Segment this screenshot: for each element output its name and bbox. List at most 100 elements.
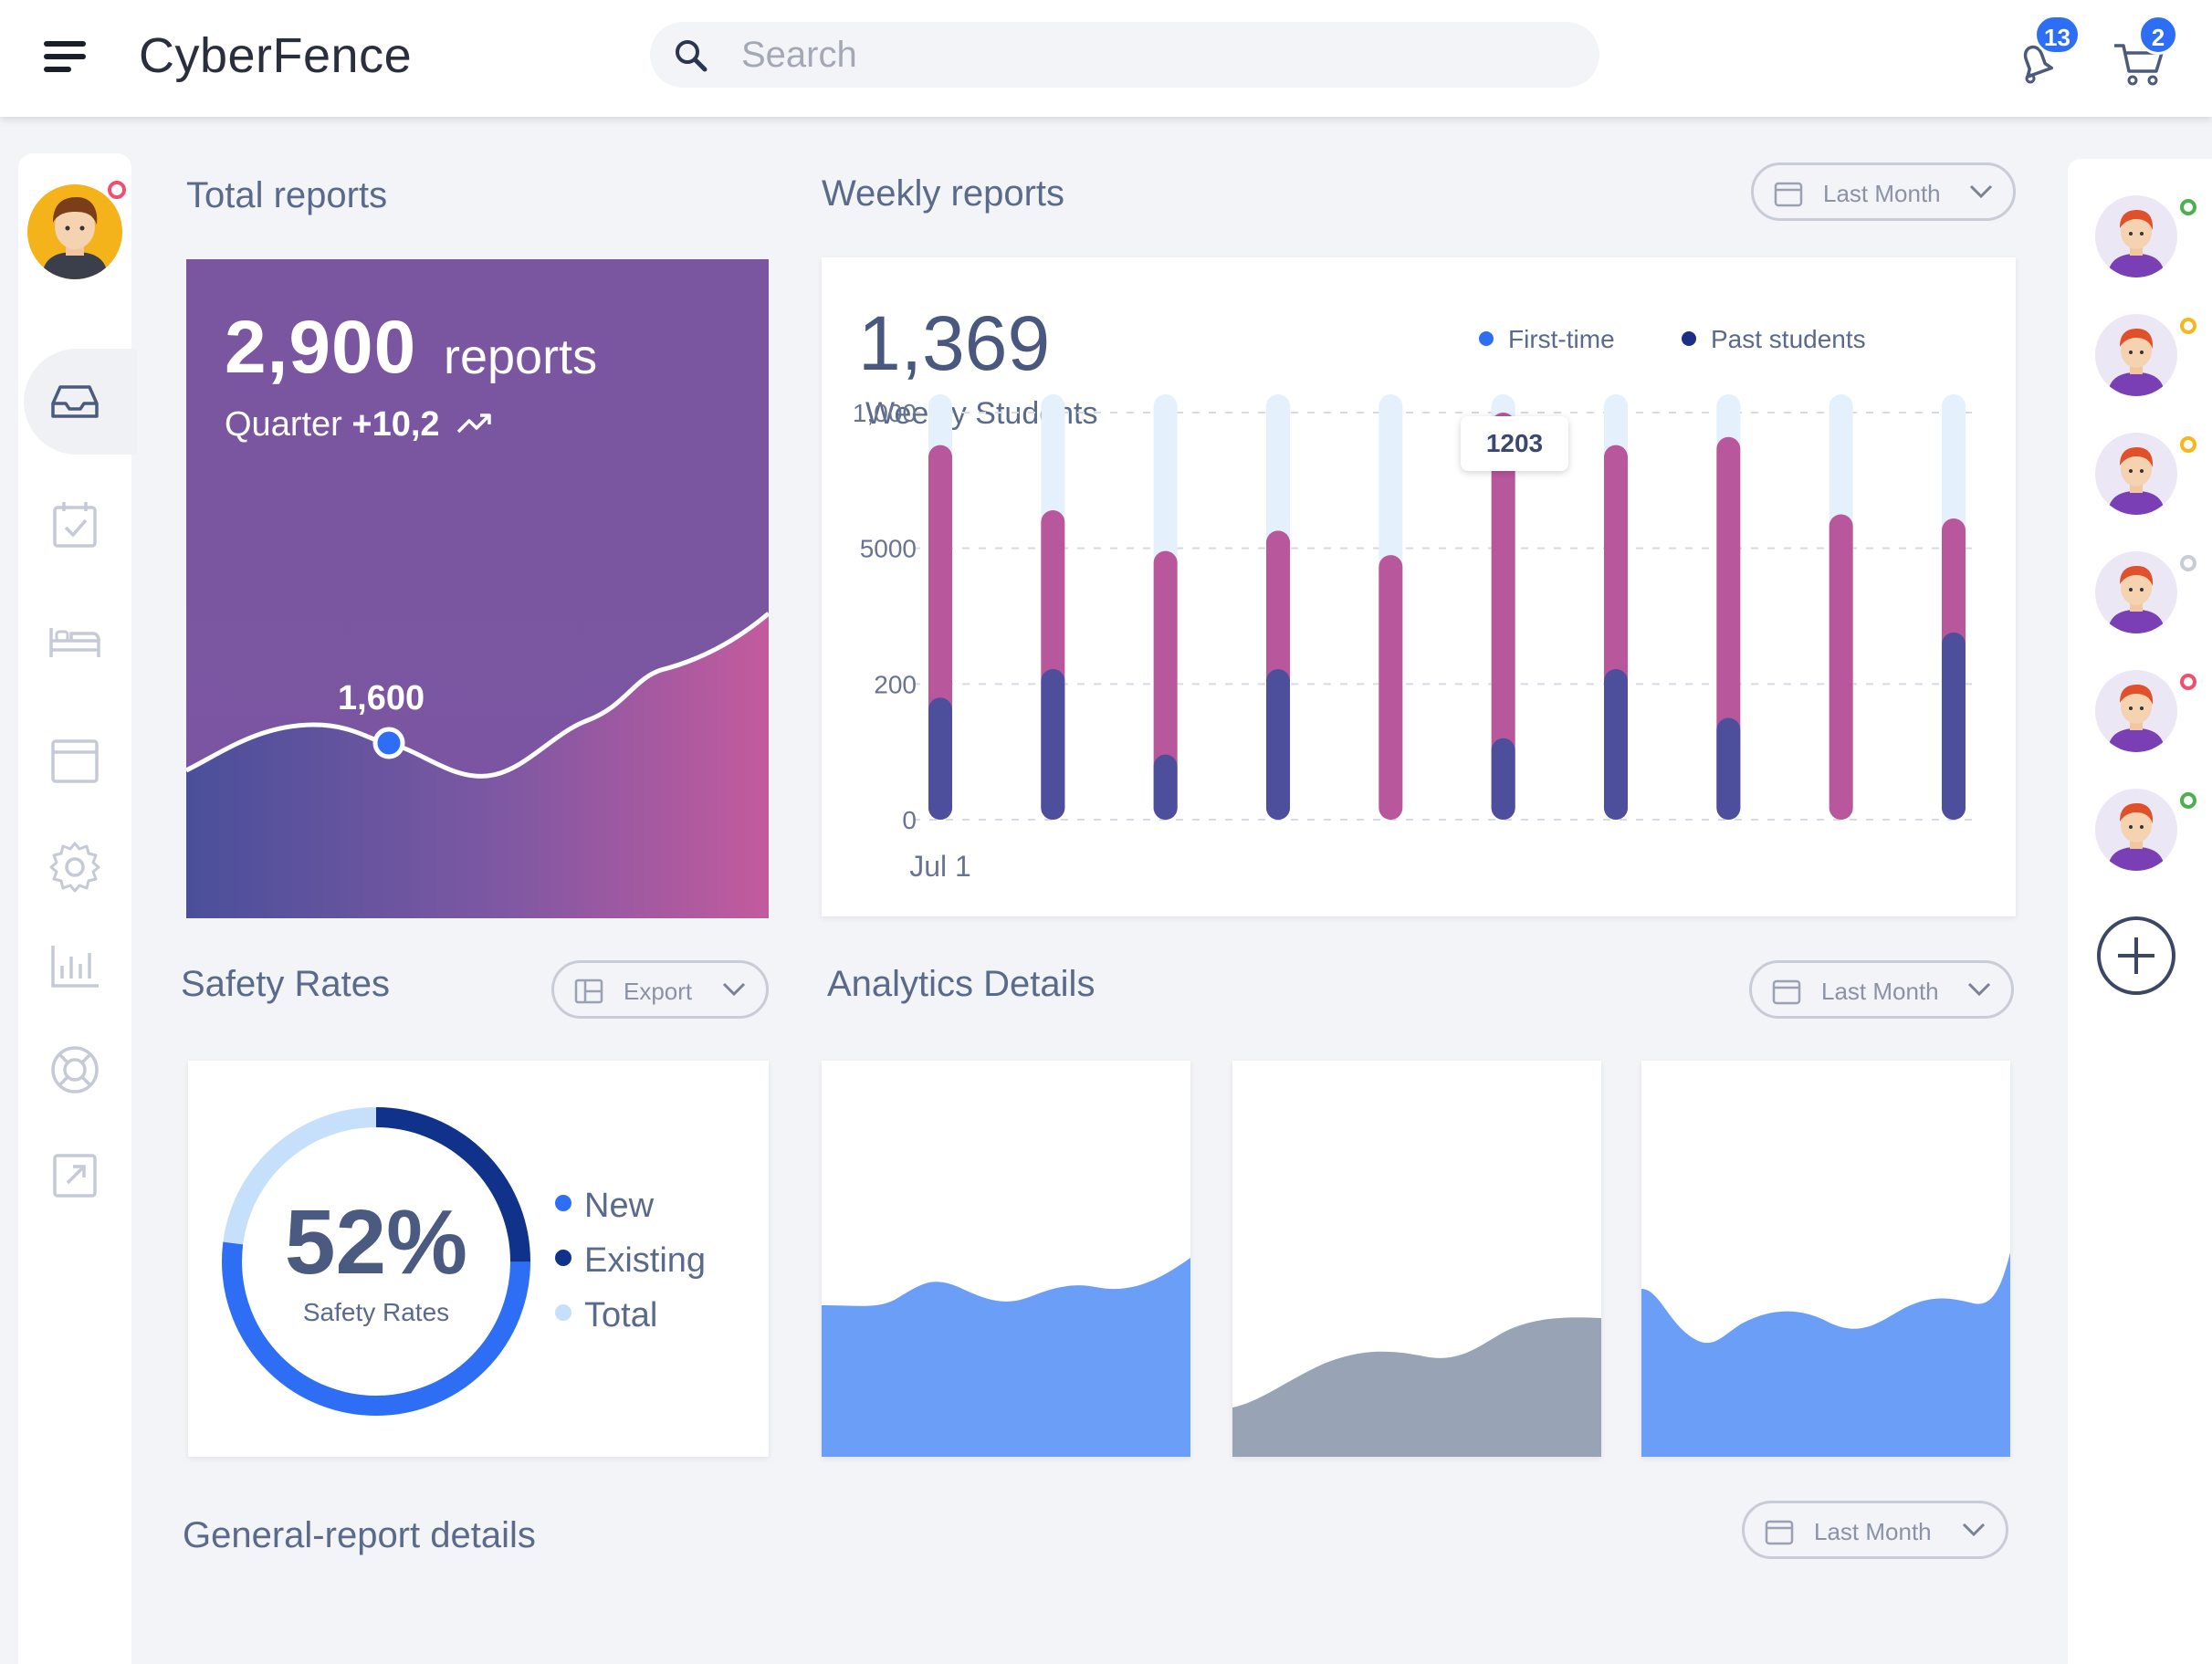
bar-past-students[interactable] bbox=[1491, 738, 1515, 820]
legend-total-dot bbox=[555, 1304, 571, 1321]
user-avatar-icon bbox=[2108, 566, 2165, 633]
user-status-dot bbox=[2180, 318, 2196, 334]
left-sidebar bbox=[18, 153, 137, 1664]
analytics-area-chart-2 bbox=[1232, 1317, 1601, 1457]
y-tick-label: 5000 bbox=[860, 535, 917, 563]
user-status-dot bbox=[2180, 555, 2196, 571]
y-tick-label: 200 bbox=[874, 670, 917, 698]
chevron-down-icon bbox=[1962, 1523, 1986, 1537]
peak-value-label: 1,600 bbox=[338, 679, 425, 717]
hamburger-menu-icon[interactable] bbox=[44, 41, 89, 72]
analytics-range-dropdown[interactable]: Last Month bbox=[1749, 960, 2014, 1019]
safety-legend-total: Total bbox=[555, 1296, 657, 1335]
general-report-title: General-report details bbox=[183, 1515, 536, 1555]
user-avatar-icon bbox=[2108, 685, 2165, 752]
total-reports-card: 2,900 reports Quarter +10,2 1,600 bbox=[186, 259, 769, 918]
user-avatar[interactable] bbox=[2095, 314, 2177, 396]
bar-past-students[interactable] bbox=[1716, 717, 1741, 821]
y-tick-label: 1,000 bbox=[853, 399, 917, 427]
notifications-button[interactable]: 13 bbox=[2010, 15, 2081, 88]
lifebuoy-icon[interactable] bbox=[46, 1041, 104, 1099]
quarter-change: Quarter +10,2 bbox=[225, 405, 493, 445]
legend-new-label: New bbox=[584, 1187, 655, 1225]
safety-rates-card: 52% Safety Rates New Existing Total bbox=[188, 1061, 769, 1457]
user-status-dot bbox=[2180, 792, 2196, 809]
user-status-dot bbox=[2180, 199, 2196, 215]
legend-existing-label: Existing bbox=[584, 1241, 707, 1280]
analytics-area-chart-1 bbox=[822, 1258, 1190, 1457]
user-avatar[interactable] bbox=[2095, 789, 2177, 871]
chart-tooltip: 1203 bbox=[1461, 416, 1568, 471]
user-avatar[interactable] bbox=[2095, 670, 2177, 752]
cart-button[interactable]: 2 bbox=[2111, 15, 2178, 88]
peak-point-marker bbox=[372, 727, 405, 759]
chevron-down-icon bbox=[722, 982, 746, 997]
add-user-button[interactable] bbox=[2097, 916, 2175, 995]
user-avatar-icon bbox=[42, 197, 108, 279]
search-input[interactable] bbox=[741, 31, 1563, 78]
spreadsheet-export-icon bbox=[574, 979, 603, 1004]
analytics-card-3 bbox=[1641, 1061, 2010, 1457]
gear-icon[interactable] bbox=[46, 838, 104, 896]
calendar-check-icon[interactable] bbox=[46, 495, 104, 553]
bar-past-students[interactable] bbox=[928, 697, 952, 820]
external-link-icon[interactable] bbox=[46, 1146, 104, 1205]
total-reports-title: Total reports bbox=[186, 175, 388, 215]
safety-legend-existing: Existing bbox=[555, 1241, 706, 1281]
safety-rates-title: Safety Rates bbox=[181, 964, 391, 1004]
export-label: Export bbox=[624, 978, 693, 1005]
bar-first-time[interactable] bbox=[1379, 555, 1403, 820]
bar-past-students[interactable] bbox=[1266, 668, 1290, 820]
user-status-dot bbox=[2180, 436, 2196, 453]
weekly-range-label: Last Month bbox=[1823, 180, 1941, 207]
inbox-icon[interactable] bbox=[46, 372, 104, 431]
general-range-label: Last Month bbox=[1814, 1518, 1932, 1545]
user-avatar-icon bbox=[2108, 210, 2165, 277]
browser-window-icon[interactable] bbox=[46, 732, 104, 790]
calendar-icon bbox=[1774, 182, 1803, 207]
calendar-icon bbox=[1765, 1520, 1794, 1545]
safety-subtitle: Safety Rates bbox=[302, 1298, 450, 1326]
user-avatar[interactable] bbox=[2095, 433, 2177, 515]
general-range-dropdown[interactable]: Last Month bbox=[1742, 1501, 2008, 1559]
bar-past-students[interactable] bbox=[1153, 754, 1178, 820]
weekly-reports-title: Weekly reports bbox=[822, 173, 1065, 214]
chevron-down-icon bbox=[1967, 982, 1991, 997]
safety-percent: 52% bbox=[284, 1191, 468, 1293]
legend-new-dot bbox=[555, 1195, 571, 1211]
bar-past-students[interactable] bbox=[1942, 632, 1966, 820]
user-avatar-icon bbox=[2108, 803, 2165, 871]
user-avatar[interactable] bbox=[2095, 551, 2177, 633]
analytics-card-1 bbox=[822, 1061, 1190, 1457]
weekly-bar-chart: 1,000 5000 200 0 Jul 1 bbox=[853, 394, 1981, 883]
top-bar: CyberFence 13 2 bbox=[0, 0, 2212, 117]
analytics-area-chart-3 bbox=[1641, 1252, 2010, 1457]
user-avatar-icon bbox=[2108, 447, 2165, 515]
quarter-change-value: +10,2 bbox=[351, 405, 440, 444]
bed-icon[interactable] bbox=[46, 613, 104, 672]
y-tick-label: 0 bbox=[902, 806, 917, 834]
weekly-reports-card: 1,369 Weekly Students First-time Past st… bbox=[822, 257, 2016, 916]
analytics-card-2 bbox=[1232, 1061, 1601, 1457]
bar-past-students[interactable] bbox=[1041, 668, 1065, 820]
user-avatar[interactable] bbox=[2095, 195, 2177, 277]
search-bar[interactable] bbox=[650, 22, 1599, 88]
right-user-bar bbox=[2068, 159, 2212, 1664]
weekly-range-dropdown[interactable]: Last Month bbox=[1751, 162, 2016, 221]
search-icon bbox=[676, 40, 708, 72]
bar-first-time[interactable] bbox=[1829, 514, 1853, 821]
user-status-dot bbox=[2180, 674, 2196, 690]
safety-legend-new: New bbox=[555, 1187, 654, 1226]
quarter-label: Quarter bbox=[225, 405, 342, 444]
app-title: CyberFence bbox=[139, 28, 413, 83]
analytics-range-label: Last Month bbox=[1821, 978, 1939, 1005]
legend-existing-dot bbox=[555, 1250, 571, 1266]
notifications-badge: 13 bbox=[2034, 15, 2081, 55]
chevron-down-icon bbox=[1969, 184, 1993, 199]
total-reports-value: 2,900 bbox=[225, 306, 417, 389]
profile-avatar[interactable] bbox=[27, 184, 122, 279]
total-reports-unit: reports bbox=[444, 330, 598, 384]
export-dropdown[interactable]: Export bbox=[551, 960, 769, 1019]
bar-chart-icon[interactable] bbox=[46, 937, 104, 995]
bar-past-students[interactable] bbox=[1604, 668, 1628, 820]
